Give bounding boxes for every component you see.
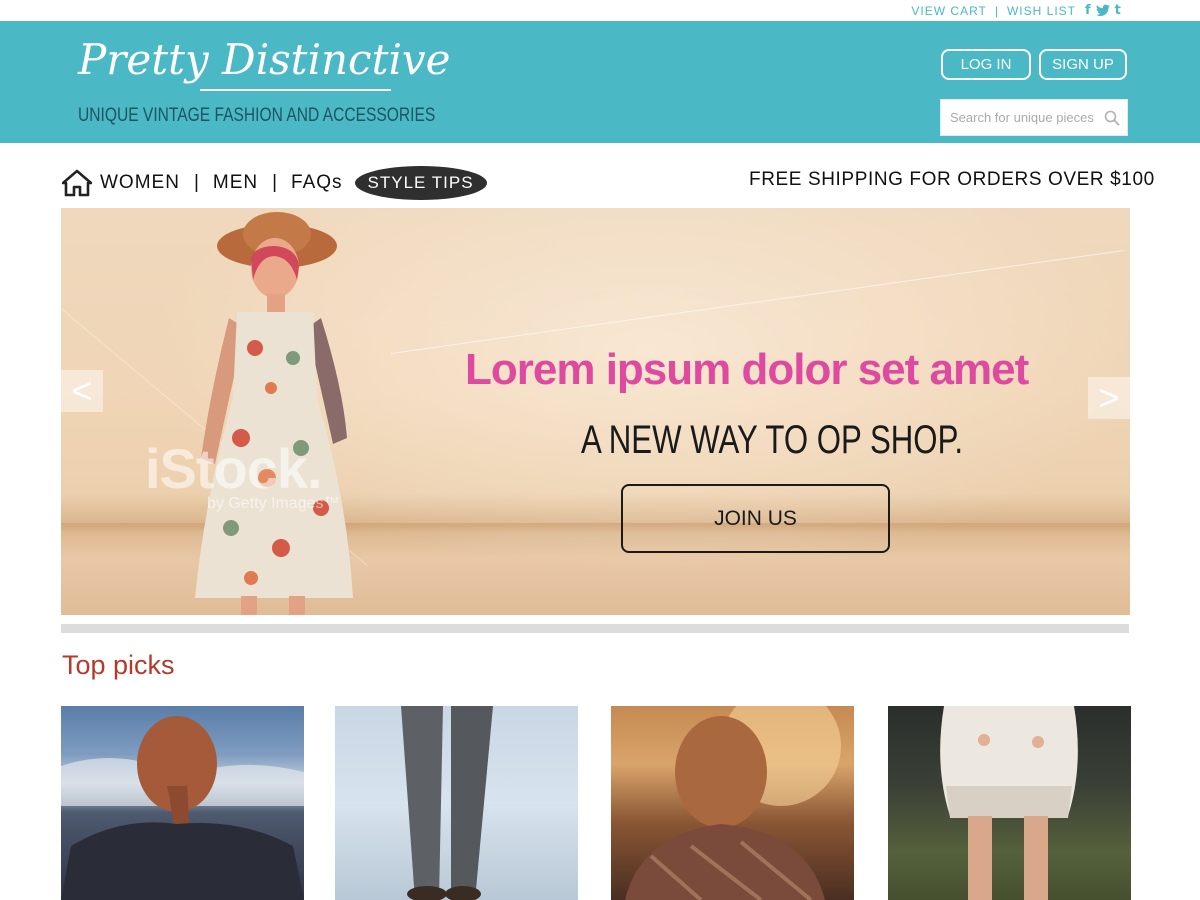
nav-item-women[interactable]: WOMEN: [100, 172, 180, 194]
stock-watermark: iStock.: [145, 437, 323, 500]
top-pick-image: [625, 706, 841, 900]
wish-list-link[interactable]: WISH LIST: [1007, 4, 1076, 18]
free-shipping-notice: FREE SHIPPING FOR ORDERS OVER $100: [749, 169, 1155, 190]
stock-watermark-sub: by Getty Images™: [207, 495, 340, 512]
nav-item-men[interactable]: MEN: [213, 172, 258, 194]
social-icons: f t: [1085, 3, 1121, 18]
utility-separator: |: [994, 4, 999, 18]
search-box: [940, 99, 1128, 136]
top-picks-title: Top picks: [62, 650, 175, 680]
hero-title: Lorem ipsum dolor set amet: [465, 345, 1029, 394]
twitter-icon[interactable]: [1095, 4, 1110, 17]
carousel-next-button[interactable]: >: [1088, 377, 1130, 419]
search-input[interactable]: [950, 102, 1105, 133]
utility-links: VIEW CART | WISH LIST: [911, 4, 1076, 18]
join-us-button[interactable]: JOIN US: [621, 484, 890, 553]
nav-item-style-tips[interactable]: STYLE TIPS: [354, 166, 487, 200]
top-pick-image: [61, 716, 304, 900]
chevron-left-icon: <: [71, 370, 93, 411]
home-icon[interactable]: [62, 169, 92, 197]
hero-banner: iStock. by Getty Images™ Lorem ipsum dol…: [61, 208, 1130, 615]
logo-underline: [200, 89, 391, 91]
site-header: Pretty Distinctive UNIQUE VINTAGE FASHIO…: [0, 21, 1200, 143]
tumblr-icon[interactable]: t: [1115, 3, 1121, 18]
login-button[interactable]: LOG IN: [941, 49, 1031, 80]
nav-item-faqs[interactable]: FAQs: [291, 172, 343, 194]
top-pick-card[interactable]: [335, 706, 578, 900]
top-pick-image: [940, 706, 1078, 900]
search-icon[interactable]: [1104, 110, 1120, 126]
site-logo[interactable]: Pretty Distinctive: [78, 35, 450, 84]
top-pick-card[interactable]: [611, 706, 854, 900]
top-pick-card[interactable]: [61, 706, 304, 900]
nav-separator: |: [193, 172, 199, 193]
hero-subtitle: A NEW WAY TO OP SHOP.: [581, 418, 964, 462]
carousel-prev-button[interactable]: <: [61, 370, 103, 412]
hero-model-image: [195, 212, 353, 615]
signup-button[interactable]: SIGN UP: [1039, 49, 1127, 80]
utility-bar: VIEW CART | WISH LIST f t: [0, 0, 1200, 21]
chevron-right-icon: >: [1098, 377, 1120, 418]
nav-separator: |: [272, 172, 278, 193]
facebook-icon[interactable]: f: [1085, 3, 1091, 18]
main-nav: WOMEN | MEN | FAQs STYLE TIPS: [62, 166, 487, 200]
view-cart-link[interactable]: VIEW CART: [911, 4, 986, 18]
site-tagline: UNIQUE VINTAGE FASHION AND ACCESSORIES: [78, 105, 436, 126]
carousel-progress-bar: [61, 624, 1129, 633]
top-pick-card[interactable]: [888, 706, 1131, 900]
top-pick-image: [401, 706, 493, 900]
